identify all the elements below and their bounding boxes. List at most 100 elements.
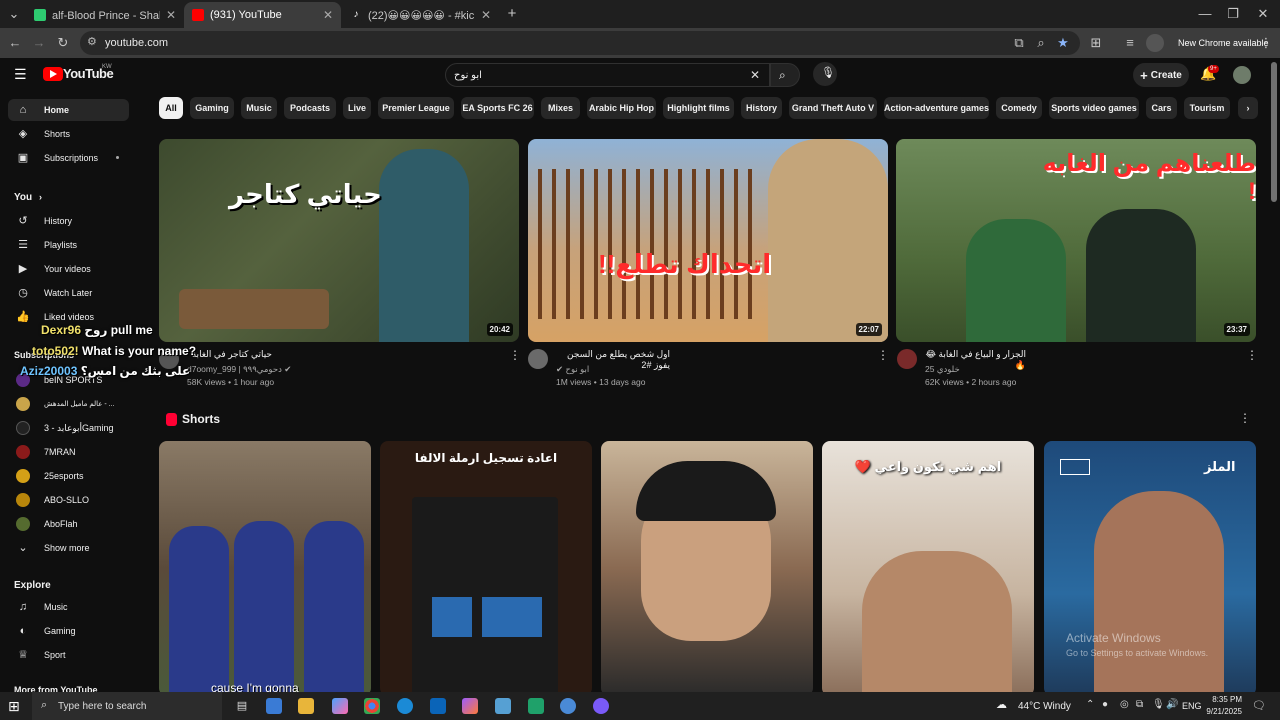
reading-list-icon[interactable]: ≡	[1121, 34, 1139, 52]
install-app-icon[interactable]: ⧉	[1010, 34, 1028, 52]
sidebar-item-subscriptions[interactable]: ▣ Subscriptions	[8, 147, 129, 169]
chip-arabic-hip-hop[interactable]: Arabic Hip Hop	[587, 97, 656, 119]
copilot-icon[interactable]	[332, 698, 348, 714]
channel-name[interactable]: 25 خلودي	[925, 364, 960, 375]
close-icon[interactable]: ✕	[166, 8, 176, 22]
clock-time[interactable]: 8:35 PM	[1206, 695, 1242, 704]
scrollbar-thumb[interactable]	[1271, 62, 1277, 202]
search-input[interactable]: ابو نوح	[445, 63, 770, 87]
mail-icon[interactable]	[430, 698, 446, 714]
sidebar-sub-2[interactable]: عالم ماميل المدهش - ...	[8, 393, 129, 415]
short-card[interactable]	[601, 441, 813, 696]
chip-podcasts[interactable]: Podcasts	[284, 97, 336, 119]
tray-app-icon[interactable]: ◎	[1120, 699, 1129, 710]
chrome-icon[interactable]	[364, 698, 380, 714]
app-icon[interactable]	[495, 698, 511, 714]
weather-text[interactable]: 44°C Windy	[1018, 701, 1071, 712]
app-icon[interactable]	[593, 698, 609, 714]
search-button[interactable]: ⌕	[770, 63, 800, 87]
extensions-icon[interactable]: ⊞	[1087, 34, 1105, 52]
clock-date[interactable]: 9/21/2025	[1200, 707, 1242, 716]
account-avatar[interactable]	[1233, 66, 1251, 84]
more-actions-icon[interactable]: ⋮	[1246, 348, 1258, 362]
chip-tourism[interactable]: Tourism	[1184, 97, 1230, 119]
video-title[interactable]: حياتي كتاجر في الغابة	[187, 349, 272, 360]
tab-kick[interactable]: ♪ (22)😀😀😀😀😀 - #kickclips ✕	[342, 2, 499, 28]
profile-avatar[interactable]	[1146, 34, 1164, 52]
close-icon[interactable]: ✕	[481, 8, 491, 22]
close-window-icon[interactable]: ✕	[1254, 5, 1272, 23]
site-info-icon[interactable]: ⚙	[87, 35, 97, 48]
hamburger-menu-icon[interactable]: ☰	[14, 66, 27, 83]
app-icon[interactable]	[528, 698, 544, 714]
task-view-icon[interactable]: ▤	[234, 698, 250, 714]
reload-icon[interactable]: ↻	[54, 34, 72, 52]
mic-tray-icon[interactable]: 🎙	[1152, 699, 1165, 710]
sidebar-item-gaming[interactable]: ◐ Gaming	[8, 620, 129, 642]
chip-comedy[interactable]: Comedy	[996, 97, 1042, 119]
more-actions-icon[interactable]: ⋮	[509, 348, 521, 362]
restore-icon[interactable]: ❐	[1224, 5, 1242, 23]
create-button[interactable]: + Create	[1133, 63, 1189, 87]
video-thumbnail[interactable]: طلعناهم من الغابه ! 23:37	[896, 139, 1256, 342]
zoom-icon[interactable]: ⌕	[1032, 34, 1050, 52]
windows-start-icon[interactable]: ⊞	[8, 698, 24, 714]
channel-avatar[interactable]	[528, 349, 548, 369]
chip-mixes[interactable]: Mixes	[541, 97, 580, 119]
back-icon[interactable]: ←	[6, 34, 24, 52]
chip-sports-video-games[interactable]: Sports video games	[1049, 97, 1139, 119]
tab-shahid[interactable]: alf-Blood Prince - Shahid شاهد ✕	[26, 2, 184, 28]
more-actions-icon[interactable]: ⋮	[877, 348, 889, 362]
sidebar-sub-25esports[interactable]: 25esports	[8, 465, 129, 487]
sidebar-sub-aboflah[interactable]: AboFlah	[8, 513, 129, 535]
channel-avatar[interactable]	[897, 349, 917, 369]
tray-app-icon[interactable]: ⧉	[1136, 699, 1143, 710]
bookmark-star-icon[interactable]: ★	[1054, 34, 1072, 52]
sidebar-item-history[interactable]: ↺ History	[8, 210, 129, 232]
youtube-logo-icon[interactable]	[43, 67, 63, 81]
chip-music[interactable]: Music	[241, 97, 277, 119]
chip-action-adventure[interactable]: Action-adventure games	[884, 97, 989, 119]
video-thumbnail[interactable]: حياتي كتاجر 20:42	[159, 139, 519, 342]
you-heading[interactable]: You ›	[14, 192, 42, 203]
short-card[interactable]: اعادة تسجيل ارملة الالفا	[380, 441, 592, 696]
tray-chevron-icon[interactable]: ⌃	[1086, 699, 1094, 710]
sidebar-item-your-videos[interactable]: ▶ Your videos	[8, 258, 129, 280]
sidebar-item-music[interactable]: ♫ Music	[8, 596, 129, 618]
taskbar-search-box[interactable]: ⌕ Type here to search	[32, 692, 222, 720]
notification-center-icon[interactable]: 🗨	[1252, 699, 1266, 712]
shorts-more-icon[interactable]: ⋮	[1239, 411, 1251, 425]
store-icon[interactable]	[266, 698, 282, 714]
chip-history[interactable]: History	[741, 97, 782, 119]
video-thumbnail[interactable]: اتحداك تطلع!! 22:07	[528, 139, 888, 342]
chip-premier-league[interactable]: Premier League	[378, 97, 454, 119]
minimize-icon[interactable]: —	[1196, 5, 1214, 23]
volume-icon[interactable]: 🔊	[1166, 699, 1178, 710]
channel-name[interactable]: ✔ ابو نوح	[556, 364, 589, 375]
short-card[interactable]: اهم شي تكون واعي ❤️	[822, 441, 1034, 696]
chips-scroll-right-icon[interactable]: ›	[1238, 97, 1258, 119]
forward-icon[interactable]: →	[30, 34, 48, 52]
sidebar-item-home[interactable]: ⌂ Home	[8, 99, 129, 121]
close-icon[interactable]: ✕	[323, 8, 333, 22]
chip-gaming[interactable]: Gaming	[190, 97, 234, 119]
voice-search-button[interactable]: 🎙	[813, 62, 837, 86]
new-tab-plus-icon[interactable]: +	[503, 5, 521, 23]
sidebar-item-shorts[interactable]: ◈ Shorts	[8, 123, 129, 145]
channel-name[interactable]: d7oomy_999 | دحومي٩٩٩ ✔	[187, 364, 291, 375]
sidebar-item-playlists[interactable]: ☰ Playlists	[8, 234, 129, 256]
chip-highlight-films[interactable]: Highlight films	[663, 97, 734, 119]
tab-search-icon[interactable]: ⌄	[5, 5, 23, 23]
clear-search-icon[interactable]: ✕	[750, 68, 760, 82]
sidebar-item-sport[interactable]: ♕ Sport	[8, 644, 129, 666]
tab-youtube[interactable]: (931) YouTube ✕	[184, 2, 341, 28]
app-icon[interactable]	[462, 698, 478, 714]
chip-all[interactable]: All	[159, 97, 183, 119]
sidebar-show-more[interactable]: ⌄ Show more	[8, 537, 129, 559]
chip-live[interactable]: Live	[343, 97, 371, 119]
sidebar-sub-abo-sllo[interactable]: ABO-SLLO	[8, 489, 129, 511]
sidebar-sub-7mran[interactable]: 7MRAN	[8, 441, 129, 463]
file-explorer-icon[interactable]	[298, 698, 314, 714]
language-indicator[interactable]: ENG	[1182, 701, 1202, 711]
address-bar[interactable]: ⚙ youtube.com	[80, 31, 1080, 55]
